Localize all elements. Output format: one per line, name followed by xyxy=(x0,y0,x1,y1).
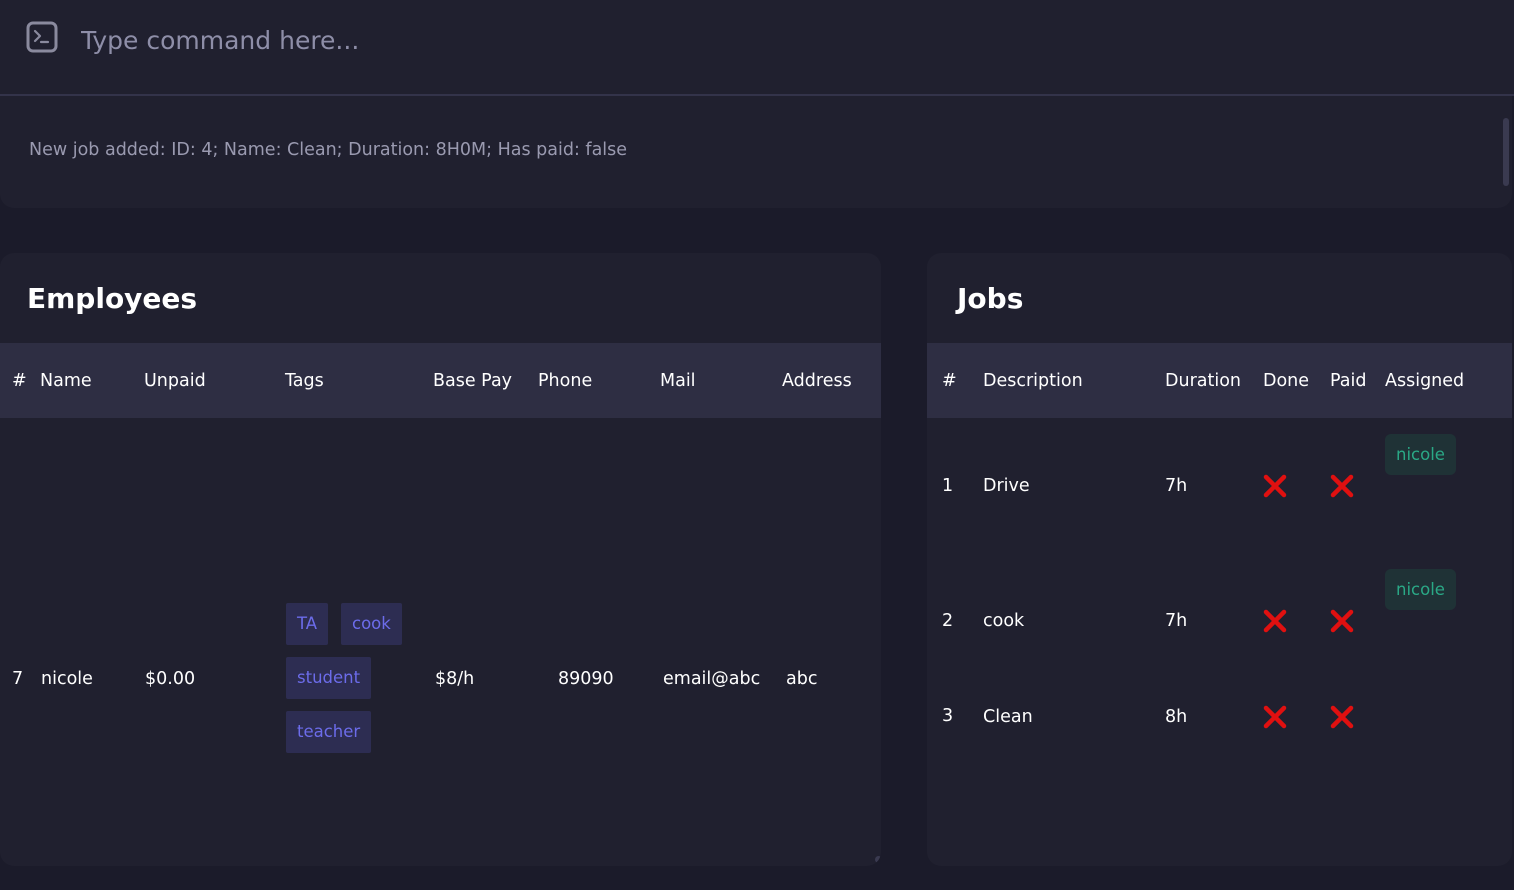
paid-cross-icon xyxy=(1330,474,1354,498)
jobs-col-done[interactable]: Done xyxy=(1263,370,1309,392)
done-cross-icon xyxy=(1263,705,1287,729)
employee-index: 7 xyxy=(12,669,24,689)
jobs-col-index[interactable]: # xyxy=(942,370,957,392)
employees-title: Employees xyxy=(27,282,198,315)
assigned-employee-chip: nicole xyxy=(1385,434,1456,475)
result-display: New job added: ID: 4; Name: Clean; Durat… xyxy=(0,96,1512,208)
jobs-col-duration[interactable]: Duration xyxy=(1165,370,1241,392)
employees-col-address[interactable]: Address xyxy=(782,370,852,392)
job-duration: 7h xyxy=(1165,611,1188,631)
job-description: Drive xyxy=(983,476,1030,496)
paid-cross-icon xyxy=(1330,705,1354,729)
command-input[interactable] xyxy=(81,20,1481,60)
paid-cross-icon xyxy=(1330,609,1354,633)
employees-col-mail[interactable]: Mail xyxy=(660,370,696,392)
employees-col-name[interactable]: Name xyxy=(40,370,92,392)
employee-tag: cook xyxy=(341,603,402,645)
employee-tag: teacher xyxy=(286,711,372,753)
employee-base-pay: $8/h xyxy=(435,669,475,689)
job-index: 3 xyxy=(942,706,954,726)
employee-phone: 89090 xyxy=(558,669,614,689)
employee-unpaid: $0.00 xyxy=(145,669,196,689)
employees-panel: Employees # Name Unpaid Tags Base Pay Ph… xyxy=(0,253,881,866)
employees-col-base-pay[interactable]: Base Pay xyxy=(433,370,512,392)
employee-tag: student xyxy=(286,657,372,699)
employees-col-unpaid[interactable]: Unpaid xyxy=(144,370,206,392)
job-description: Clean xyxy=(983,707,1033,727)
result-message: New job added: ID: 4; Name: Clean; Durat… xyxy=(29,140,628,160)
employees-table-header: # Name Unpaid Tags Base Pay Phone Mail A… xyxy=(0,343,881,418)
done-cross-icon xyxy=(1263,609,1287,633)
job-duration: 7h xyxy=(1165,476,1188,496)
employee-tag: TA xyxy=(286,603,329,645)
command-bar xyxy=(0,0,1514,94)
jobs-col-assigned[interactable]: Assigned xyxy=(1385,370,1464,392)
job-index: 2 xyxy=(942,611,954,631)
employees-col-tags[interactable]: Tags xyxy=(285,370,324,392)
jobs-table-header: # Description Duration Done Paid Assigne… xyxy=(927,343,1512,418)
result-scrollbar[interactable] xyxy=(1503,118,1509,186)
employees-col-phone[interactable]: Phone xyxy=(538,370,592,392)
jobs-col-paid[interactable]: Paid xyxy=(1330,370,1366,392)
jobs-title: Jobs xyxy=(957,282,1024,315)
employees-scrollbar[interactable] xyxy=(875,856,881,863)
jobs-col-description[interactable]: Description xyxy=(983,370,1083,392)
assigned-employee-chip: nicole xyxy=(1385,569,1456,610)
job-index: 1 xyxy=(942,476,954,496)
jobs-panel: Jobs # Description Duration Done Paid As… xyxy=(927,253,1512,866)
employees-col-index[interactable]: # xyxy=(12,370,27,392)
job-description: cook xyxy=(983,611,1025,631)
job-duration: 8h xyxy=(1165,707,1188,727)
done-cross-icon xyxy=(1263,474,1287,498)
employee-address: abc xyxy=(786,669,818,689)
employee-name: nicole xyxy=(41,669,93,689)
employee-mail: email@abc xyxy=(663,669,761,689)
terminal-icon xyxy=(26,21,58,53)
